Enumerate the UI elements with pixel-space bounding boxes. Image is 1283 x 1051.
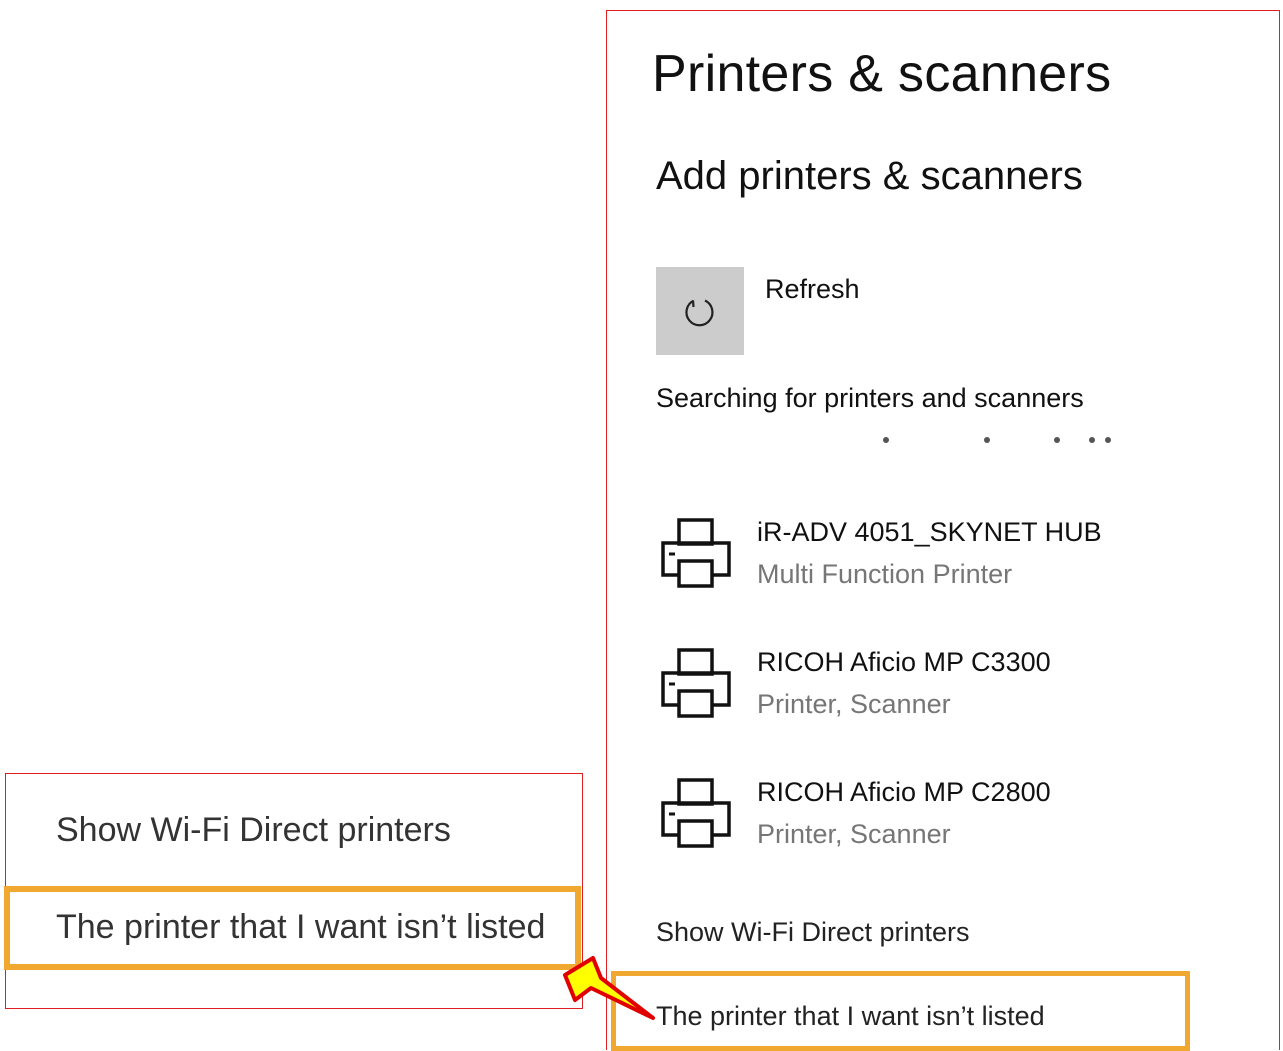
progress-dot [883, 437, 889, 443]
progress-dot [1105, 437, 1111, 443]
highlight-box [611, 971, 1190, 1051]
refresh-icon [685, 299, 714, 327]
show-wifi-direct-link[interactable]: Show Wi-Fi Direct printers [656, 917, 970, 948]
section-title: Add printers & scanners [656, 154, 1083, 198]
zoom-wifi-direct-text: Show Wi-Fi Direct printers [56, 811, 451, 849]
page-title: Printers & scanners [652, 45, 1112, 103]
callout-arrow-icon [563, 956, 655, 1020]
device-name: RICOH Aficio MP C2800 [757, 777, 1051, 807]
refresh-label[interactable]: Refresh [765, 274, 860, 305]
zoom-highlight-box [4, 886, 581, 970]
progress-dot [984, 437, 990, 443]
progress-dot [1054, 437, 1060, 443]
progress-dot [1089, 437, 1095, 443]
device-item[interactable]: RICOH Aficio MP C3300 Printer, Scanner [656, 647, 1216, 737]
device-type: Printer, Scanner [757, 689, 951, 719]
device-type: Printer, Scanner [757, 819, 951, 849]
refresh-button[interactable] [656, 267, 744, 355]
printer-icon [661, 778, 731, 848]
printer-icon [661, 648, 731, 718]
device-name: iR-ADV 4051_SKYNET HUB [757, 517, 1102, 547]
device-type: Multi Function Printer [757, 559, 1013, 589]
device-item[interactable]: iR-ADV 4051_SKYNET HUB Multi Function Pr… [656, 517, 1216, 607]
device-name: RICOH Aficio MP C3300 [757, 647, 1051, 677]
search-status: Searching for printers and scanners [656, 383, 1084, 413]
printer-icon [661, 518, 731, 588]
device-item[interactable]: RICOH Aficio MP C2800 Printer, Scanner [656, 777, 1216, 867]
